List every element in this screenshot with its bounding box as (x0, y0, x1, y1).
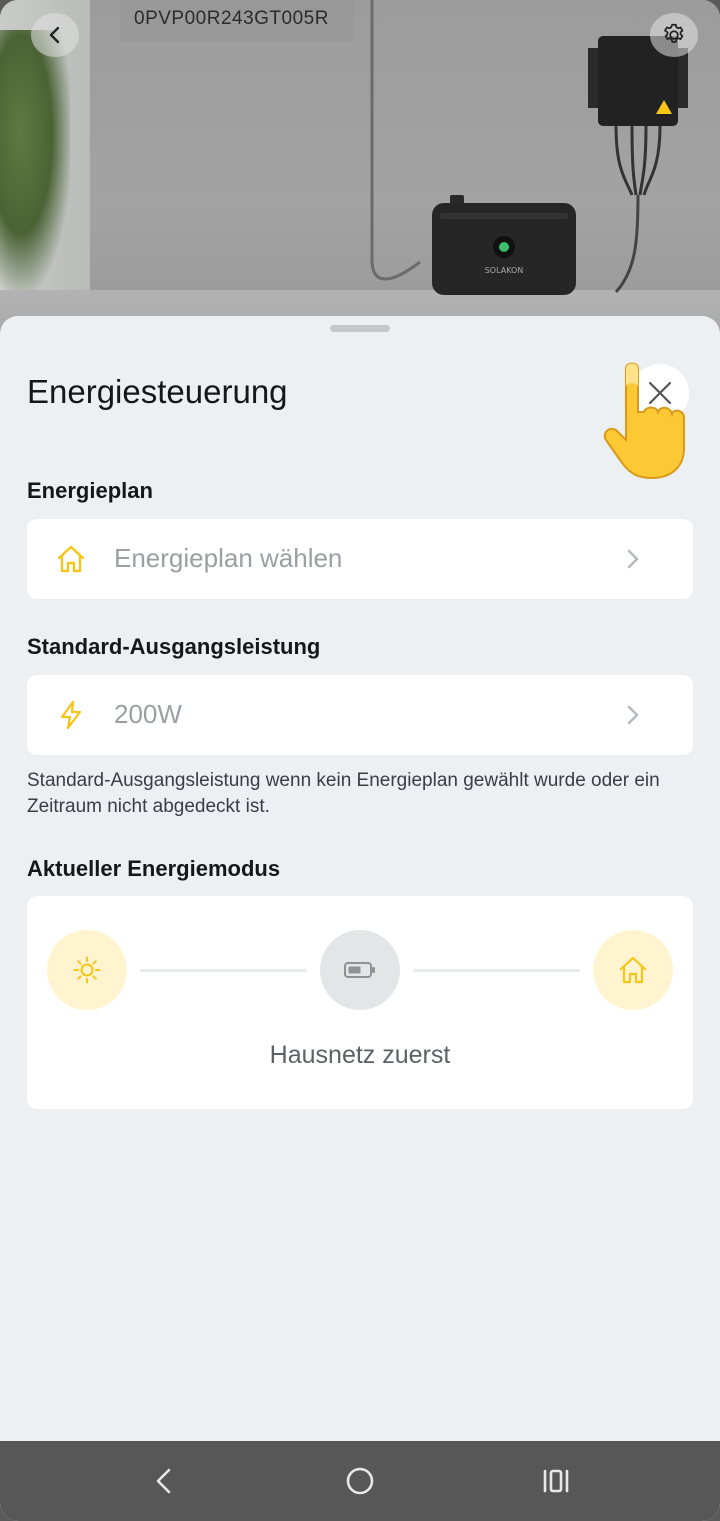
svg-text:SOLAKON: SOLAKON (485, 266, 524, 275)
pointing-hand-icon (603, 362, 685, 480)
chevron-right-icon (627, 549, 639, 569)
screen: SOLAKON 0PVP00R243GT005R Energiesteuerun… (0, 0, 720, 1521)
output-power-selector[interactable]: 200W (27, 675, 693, 755)
battery-icon (344, 962, 375, 978)
gear-icon (664, 23, 684, 43)
nav-home-button[interactable] (338, 1461, 382, 1501)
output-power-hint: Standard-Ausgangsleistung wenn kein Ener… (27, 770, 660, 817)
lightning-icon (60, 700, 82, 730)
output-power-value: 200W (114, 699, 182, 729)
flow-line-solar-battery (140, 969, 307, 972)
hero-plant (0, 30, 70, 290)
home-nav-icon (346, 1467, 374, 1495)
flow-line-battery-home (413, 969, 580, 972)
inverter-illustration (588, 36, 688, 294)
battery-node (320, 930, 400, 1010)
chevron-right-icon (627, 705, 639, 725)
back-nav-icon (156, 1468, 171, 1494)
device-hero-image: SOLAKON 0PVP00R243GT005R (0, 0, 720, 340)
device-id-label: 0PVP00R243GT005R (134, 8, 329, 29)
chevron-left-icon (49, 26, 60, 44)
home-node (593, 930, 673, 1010)
solar-node (47, 930, 127, 1010)
sun-icon (73, 956, 101, 984)
nav-back-button[interactable] (142, 1461, 186, 1501)
home-icon (57, 545, 85, 573)
system-navigation-bar (0, 1441, 720, 1521)
sheet-drag-handle[interactable] (330, 325, 390, 332)
energy-plan-value: Energieplan wählen (114, 543, 343, 573)
recents-nav-icon (543, 1469, 569, 1493)
settings-button[interactable] (650, 13, 698, 57)
energy-mode-text: Hausnetz zuerst (269, 1041, 451, 1069)
energy-plan-label: Energieplan (27, 478, 153, 503)
home-icon (619, 956, 647, 984)
energy-mode-label: Aktueller Energiemodus (27, 856, 281, 881)
nav-recents-button[interactable] (534, 1461, 578, 1501)
energy-plan-selector[interactable]: Energieplan wählen (27, 519, 693, 599)
output-power-label: Standard-Ausgangsleistung (27, 634, 321, 659)
energy-control-sheet: Energiesteuerung Energieplan Energieplan… (0, 316, 720, 1441)
sheet-title: Energiesteuerung (27, 373, 288, 410)
battery-unit-illustration: SOLAKON (432, 195, 576, 295)
back-button[interactable] (31, 13, 79, 57)
energy-mode-card: Hausnetz zuerst (27, 896, 693, 1109)
